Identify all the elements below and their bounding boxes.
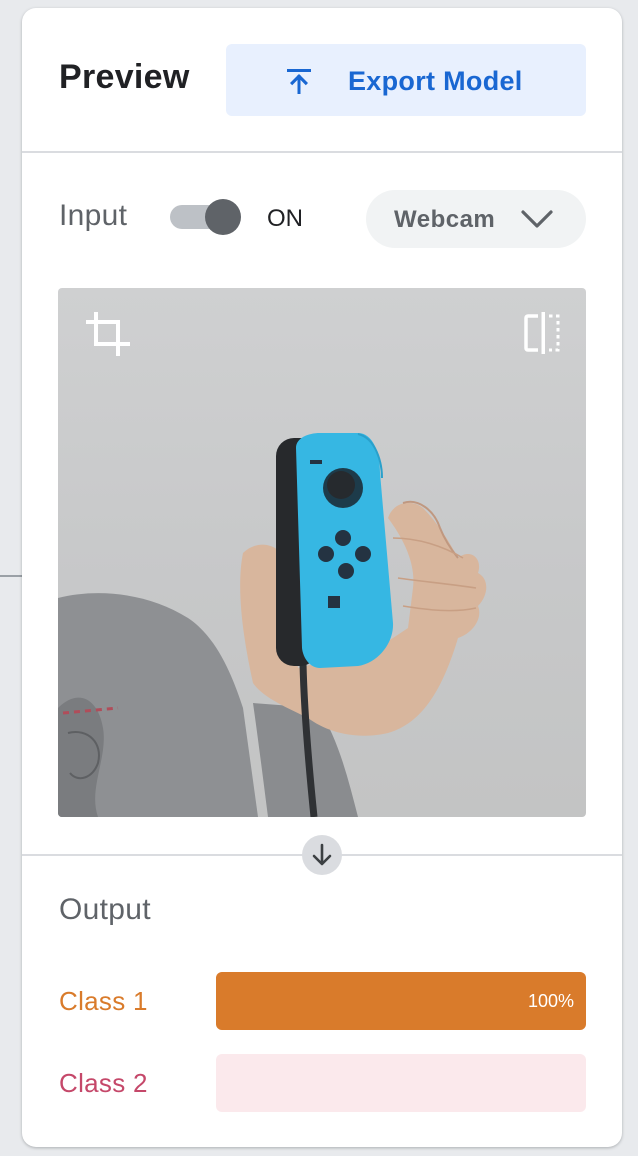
preview-header: Preview Export Model xyxy=(22,8,622,153)
webcam-frame-image xyxy=(58,433,487,817)
input-label: Input xyxy=(59,199,128,232)
toggle-thumb xyxy=(205,199,241,235)
class-2-row: Class 2 xyxy=(22,1054,622,1114)
export-model-label: Export Model xyxy=(348,66,523,96)
flow-arrow-badge xyxy=(302,835,342,875)
toggle-state-label: ON xyxy=(267,205,303,232)
arrow-down-icon xyxy=(312,843,332,866)
flip-horizontal-icon[interactable] xyxy=(522,312,564,354)
class-1-confidence-bar: 100% xyxy=(216,972,586,1030)
connector-line xyxy=(0,575,22,577)
crop-icon[interactable] xyxy=(84,310,132,358)
class-1-row: Class 1 100% xyxy=(22,972,622,1032)
output-title: Output xyxy=(59,893,151,926)
chevron-down-icon xyxy=(521,210,553,228)
class-2-confidence-bar xyxy=(216,1054,586,1112)
upload-arrow-icon xyxy=(287,69,311,94)
class-1-label: Class 1 xyxy=(59,986,148,1016)
class-2-label: Class 2 xyxy=(59,1068,148,1098)
preview-panel: Preview Export Model Input ON Webcam Out… xyxy=(22,8,622,1147)
page-title: Preview xyxy=(59,58,190,96)
input-source-dropdown[interactable]: Webcam xyxy=(366,190,586,248)
webcam-preview xyxy=(58,288,586,817)
input-controls: Input ON Webcam xyxy=(22,155,622,275)
input-source-value: Webcam xyxy=(394,206,496,233)
input-toggle[interactable] xyxy=(170,199,242,235)
export-model-button[interactable]: Export Model xyxy=(226,44,586,116)
class-1-percent: 100% xyxy=(527,991,574,1011)
